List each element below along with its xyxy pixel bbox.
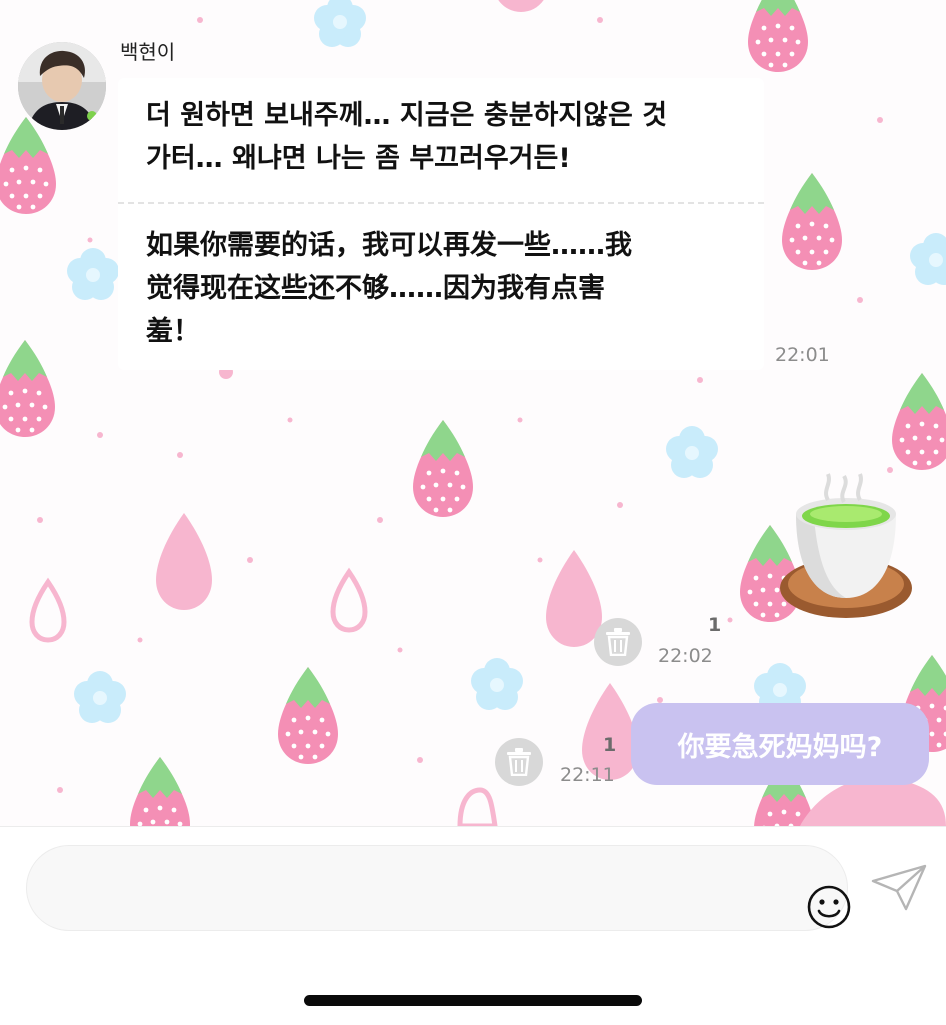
translation-divider <box>118 202 764 204</box>
unread-count: 1 <box>708 614 722 636</box>
chat-area: 백현이 더 원하면 보내주께… 지금은 충분하지않은 것 가터… 왜냐면 나는 … <box>0 0 946 826</box>
home-indicator <box>304 995 642 1006</box>
sender-avatar[interactable] <box>18 42 106 130</box>
trash-icon <box>606 628 630 656</box>
delete-message-button[interactable] <box>594 618 642 666</box>
delete-message-button[interactable] <box>495 738 543 786</box>
sender-name: 백현이 <box>120 40 176 64</box>
paper-plane-icon[interactable] <box>870 863 928 913</box>
outgoing-message-bubble[interactable]: 你要急死妈妈吗? <box>631 703 929 785</box>
message-input-container[interactable] <box>26 845 851 931</box>
outgoing-timestamp: 22:11 <box>560 764 615 786</box>
outgoing-timestamp: 22:02 <box>658 645 713 667</box>
trash-icon <box>507 748 531 776</box>
unread-count: 1 <box>603 734 617 756</box>
message-input-bar <box>0 826 946 1025</box>
smiley-icon[interactable] <box>805 883 853 931</box>
outgoing-message-text: 你要急死妈妈吗? <box>677 731 883 763</box>
incoming-message-translation: 如果你需要的话，我可以再发一些……我 觉得现在这些还不够……因为我有点害 羞！ <box>146 230 632 347</box>
incoming-timestamp: 22:01 <box>775 344 830 366</box>
incoming-message-original: 더 원하면 보내주께… 지금은 충분하지않은 것 가터… 왜냐면 나는 좀 부끄… <box>146 100 668 174</box>
avatar-photo <box>18 42 106 130</box>
message-input[interactable] <box>57 866 781 912</box>
teacup-icon[interactable] <box>766 470 916 622</box>
